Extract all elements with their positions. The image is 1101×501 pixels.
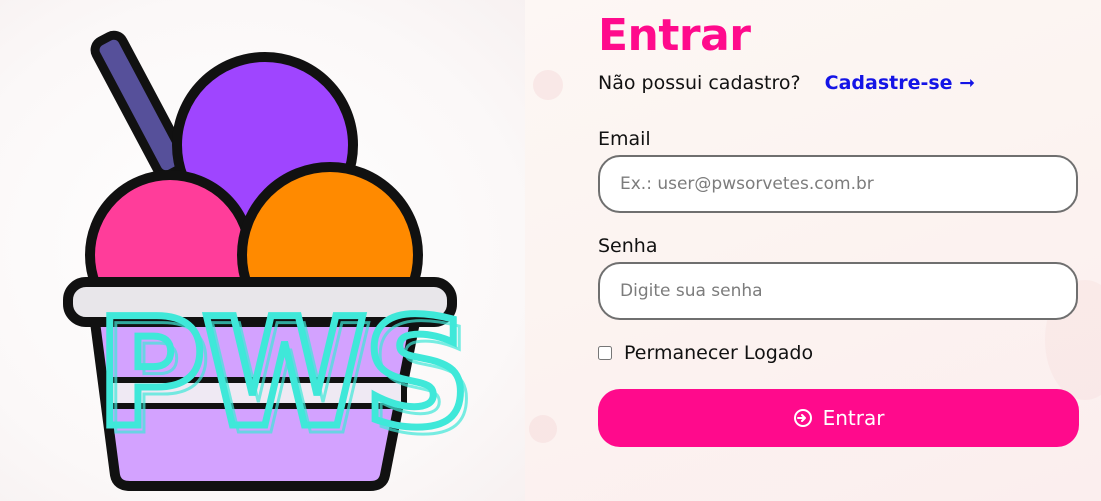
decorative-blob	[529, 415, 557, 443]
logo-panel: PWS PWS	[0, 0, 525, 501]
password-label: Senha	[598, 235, 658, 257]
signup-link-label: Cadastre-se	[824, 72, 953, 94]
signup-row: Não possui cadastro? Cadastre-se ➞	[598, 72, 975, 94]
login-button[interactable]: Entrar	[598, 389, 1079, 447]
signup-link[interactable]: Cadastre-se ➞	[825, 72, 975, 94]
login-icon	[793, 409, 812, 427]
email-field[interactable]	[598, 155, 1078, 213]
signup-prompt: Não possui cadastro?	[598, 72, 801, 94]
remember-row: Permanecer Logado	[598, 342, 813, 364]
password-field[interactable]	[598, 262, 1078, 320]
page-title: Entrar	[598, 10, 751, 61]
email-label: Email	[598, 128, 651, 150]
pws-logo-text: PWS PWS	[93, 284, 471, 470]
remember-label: Permanecer Logado	[624, 342, 814, 364]
arrow-right-icon: ➞	[959, 72, 976, 94]
login-button-label: Entrar	[822, 406, 885, 430]
remember-checkbox[interactable]	[598, 346, 612, 360]
decorative-blob	[533, 70, 563, 100]
svg-text:PWS: PWS	[102, 294, 470, 468]
ice-cream-cup-logo-icon: PWS PWS	[63, 30, 471, 491]
